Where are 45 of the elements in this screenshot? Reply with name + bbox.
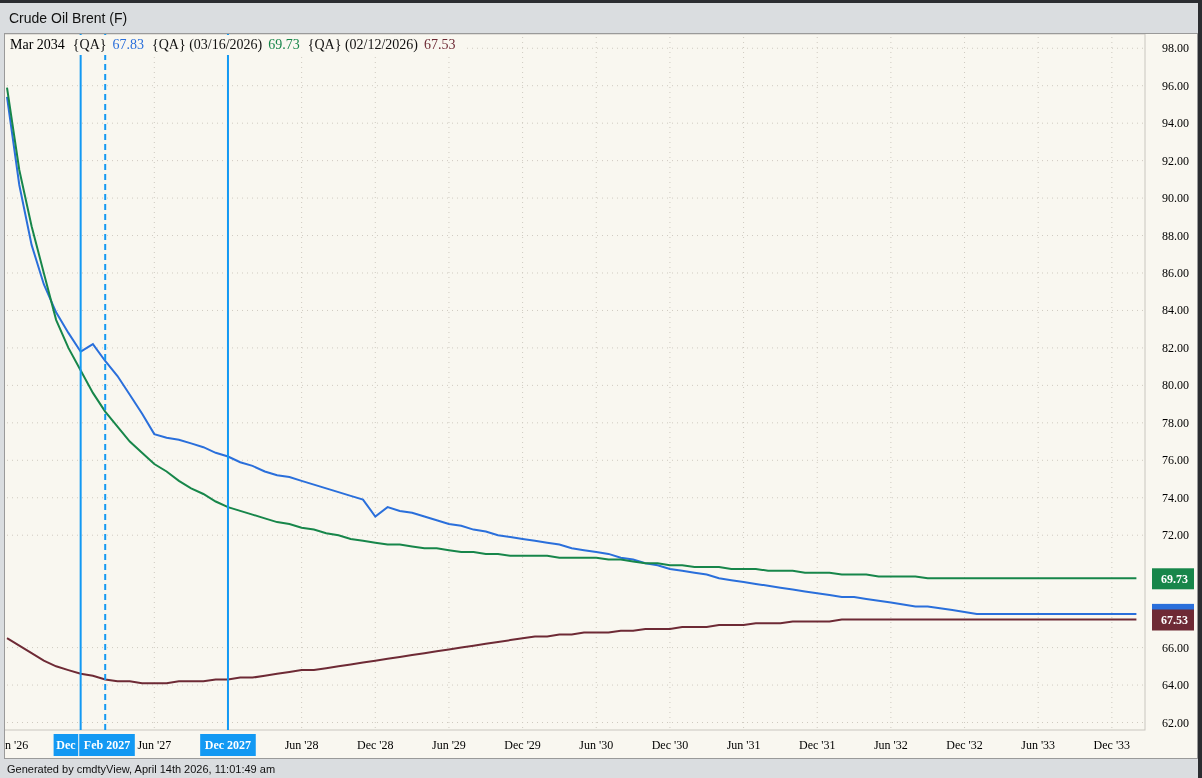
x-axis-label: Dec '28 <box>357 738 394 752</box>
y-axis-label: 78.00 <box>1162 415 1189 430</box>
y-axis-label: 64.00 <box>1162 678 1189 693</box>
legend-value: 67.53 <box>424 37 456 52</box>
x-axis-label: Jun '32 <box>873 738 908 752</box>
x-axis-label: Dec '31 <box>799 738 836 752</box>
x-axis-label: Dec '32 <box>946 738 983 752</box>
legend-series: {QA} (03/16/2026) <box>152 37 263 52</box>
marker-label: Feb 2027 <box>79 734 135 756</box>
x-axis-label: Jun '27 <box>137 738 172 752</box>
marker-label: Dec <box>53 734 79 756</box>
x-axis-label: Jun '33 <box>1021 738 1056 752</box>
legend-value: 69.73 <box>268 37 300 52</box>
y-axis-label: 88.00 <box>1162 228 1189 243</box>
y-axis-label: 90.00 <box>1162 191 1189 206</box>
x-axis-label: n '26 <box>5 738 29 752</box>
price-badge: 67.53 <box>1152 609 1194 631</box>
y-axis-label: 94.00 <box>1162 116 1189 131</box>
legend-contract: Mar 2034 <box>10 37 65 52</box>
y-axis-label: 86.00 <box>1162 266 1189 280</box>
x-axis-label: Dec '33 <box>1093 738 1131 752</box>
legend-value: 67.83 <box>112 37 144 52</box>
x-axis-label: Jun '29 <box>432 738 466 752</box>
y-axis-label: 72.00 <box>1162 528 1189 543</box>
window-title: Crude Oil Brent (F) <box>9 10 128 26</box>
legend-series: {QA} (02/12/2026) <box>307 37 419 52</box>
y-axis-label: 62.00 <box>1162 715 1189 730</box>
legend-series: {QA} <box>72 37 107 52</box>
y-axis-label: 76.00 <box>1162 453 1189 468</box>
y-axis-label: 84.00 <box>1162 303 1189 318</box>
y-axis-label: 66.00 <box>1162 640 1189 655</box>
status-text: Generated by cmdtyView, April 14th 2026, 11:01:49 am <box>7 762 276 775</box>
y-axis-label: 80.00 <box>1162 378 1189 393</box>
y-axis-label: 92.00 <box>1162 153 1189 168</box>
x-axis-label: Jun '31 <box>726 738 761 752</box>
x-axis-label: Jun '30 <box>579 738 614 752</box>
y-axis-label: 82.00 <box>1162 340 1189 355</box>
y-axis-label: 74.00 <box>1162 490 1189 505</box>
x-axis-label: Dec '30 <box>651 738 689 752</box>
price-badge: 69.73 <box>1152 568 1194 590</box>
marker-label: Dec 2027 <box>200 734 256 756</box>
y-axis-label: 98.00 <box>1162 41 1189 56</box>
y-axis-label: 96.00 <box>1162 78 1189 93</box>
x-axis-label: Jun '28 <box>284 738 319 752</box>
x-axis-label: Dec '29 <box>504 738 541 752</box>
